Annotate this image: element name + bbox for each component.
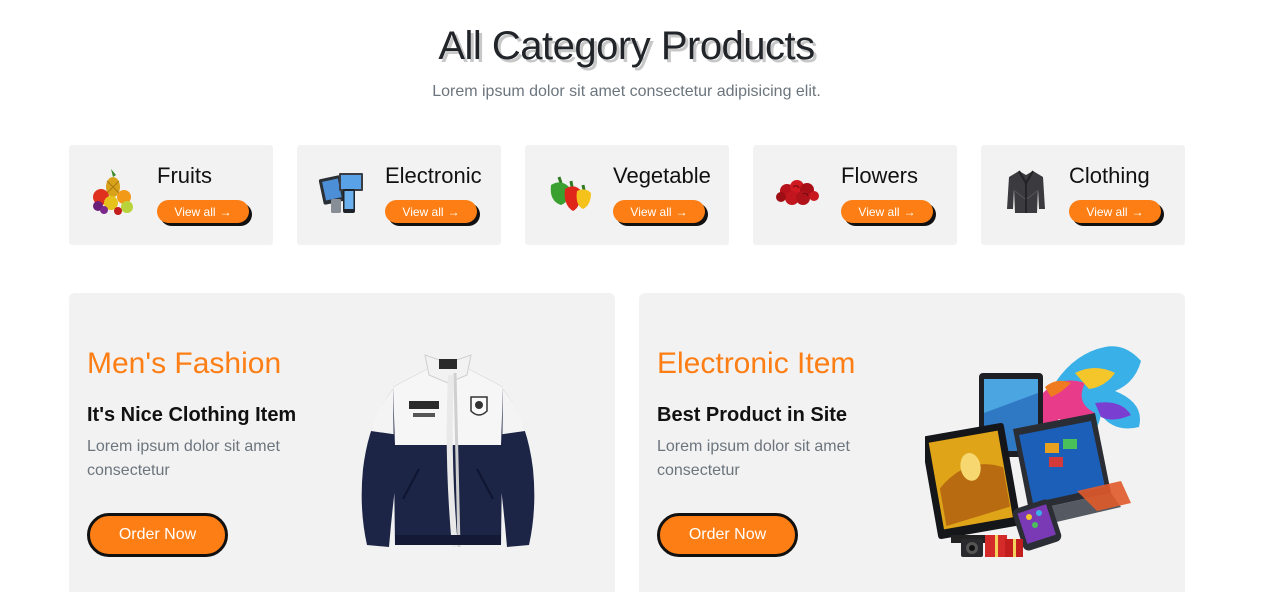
arrow-right-icon: → <box>219 204 232 219</box>
promo-subtitle: Best Product in Site <box>657 404 848 426</box>
view-all-label: View all <box>858 204 900 219</box>
category-name: Electronic <box>385 163 482 188</box>
arrow-right-icon: → <box>675 204 688 219</box>
category-list: Fruits View all → Electronic View all → <box>69 145 1185 245</box>
category-products-page: All Category Products Lorem ipsum dolor … <box>0 0 1265 592</box>
promo-title: Men's Fashion <box>87 347 282 380</box>
arrow-right-icon: → <box>903 204 916 219</box>
jacket-image <box>361 354 535 548</box>
order-now-button[interactable]: Order Now <box>87 513 228 557</box>
fruits-icon <box>93 169 133 215</box>
arrow-right-icon: → <box>447 204 460 219</box>
section-subtitle: Lorem ipsum dolor sit amet consectetur a… <box>432 83 821 100</box>
view-all-label: View all <box>174 204 216 219</box>
view-all-button-vegetable[interactable]: View all → <box>613 200 705 223</box>
view-all-label: View all <box>630 204 672 219</box>
view-all-button-fruits[interactable]: View all → <box>157 200 249 223</box>
promo-description: Lorem ipsum dolor sit amet consectetur <box>87 438 280 479</box>
promo-subtitle: It's Nice Clothing Item <box>87 404 297 426</box>
category-card-clothing: Clothing View all → <box>981 145 1185 245</box>
electronics-icon <box>318 173 363 213</box>
category-card-vegetable: Vegetable View all → <box>525 145 729 245</box>
category-name: Flowers <box>841 163 919 188</box>
promo-card-mens-fashion: Men's Fashion It's Nice Clothing Item Lo… <box>69 293 615 592</box>
order-now-button[interactable]: Order Now <box>657 513 798 557</box>
category-card-electronic: Electronic View all → <box>297 145 501 245</box>
view-all-button-flowers[interactable]: View all → <box>841 200 933 223</box>
view-all-button-clothing[interactable]: View all → <box>1069 200 1161 223</box>
flowers-icon <box>776 180 819 205</box>
category-name: Vegetable <box>613 163 711 188</box>
electronics-collage-image <box>925 346 1141 557</box>
vegetable-icon <box>550 176 591 211</box>
promo-description: Lorem ipsum dolor sit amet consectetur <box>657 438 850 479</box>
promo-title: Electronic Item <box>657 347 856 380</box>
category-name: Fruits <box>157 163 212 188</box>
promo-card-electronic-item: Electronic Item Best Product in Site Lor… <box>639 293 1185 592</box>
arrow-right-icon: → <box>1131 204 1144 219</box>
section-title: All Category Products <box>438 24 815 68</box>
category-card-flowers: Flowers View all → <box>753 145 957 245</box>
view-all-button-electronic[interactable]: View all → <box>385 200 477 223</box>
view-all-label: View all <box>1086 204 1128 219</box>
clothing-icon <box>1007 170 1045 213</box>
view-all-label: View all <box>402 204 444 219</box>
category-name: Clothing <box>1069 163 1150 188</box>
category-card-fruits: Fruits View all → <box>69 145 273 245</box>
